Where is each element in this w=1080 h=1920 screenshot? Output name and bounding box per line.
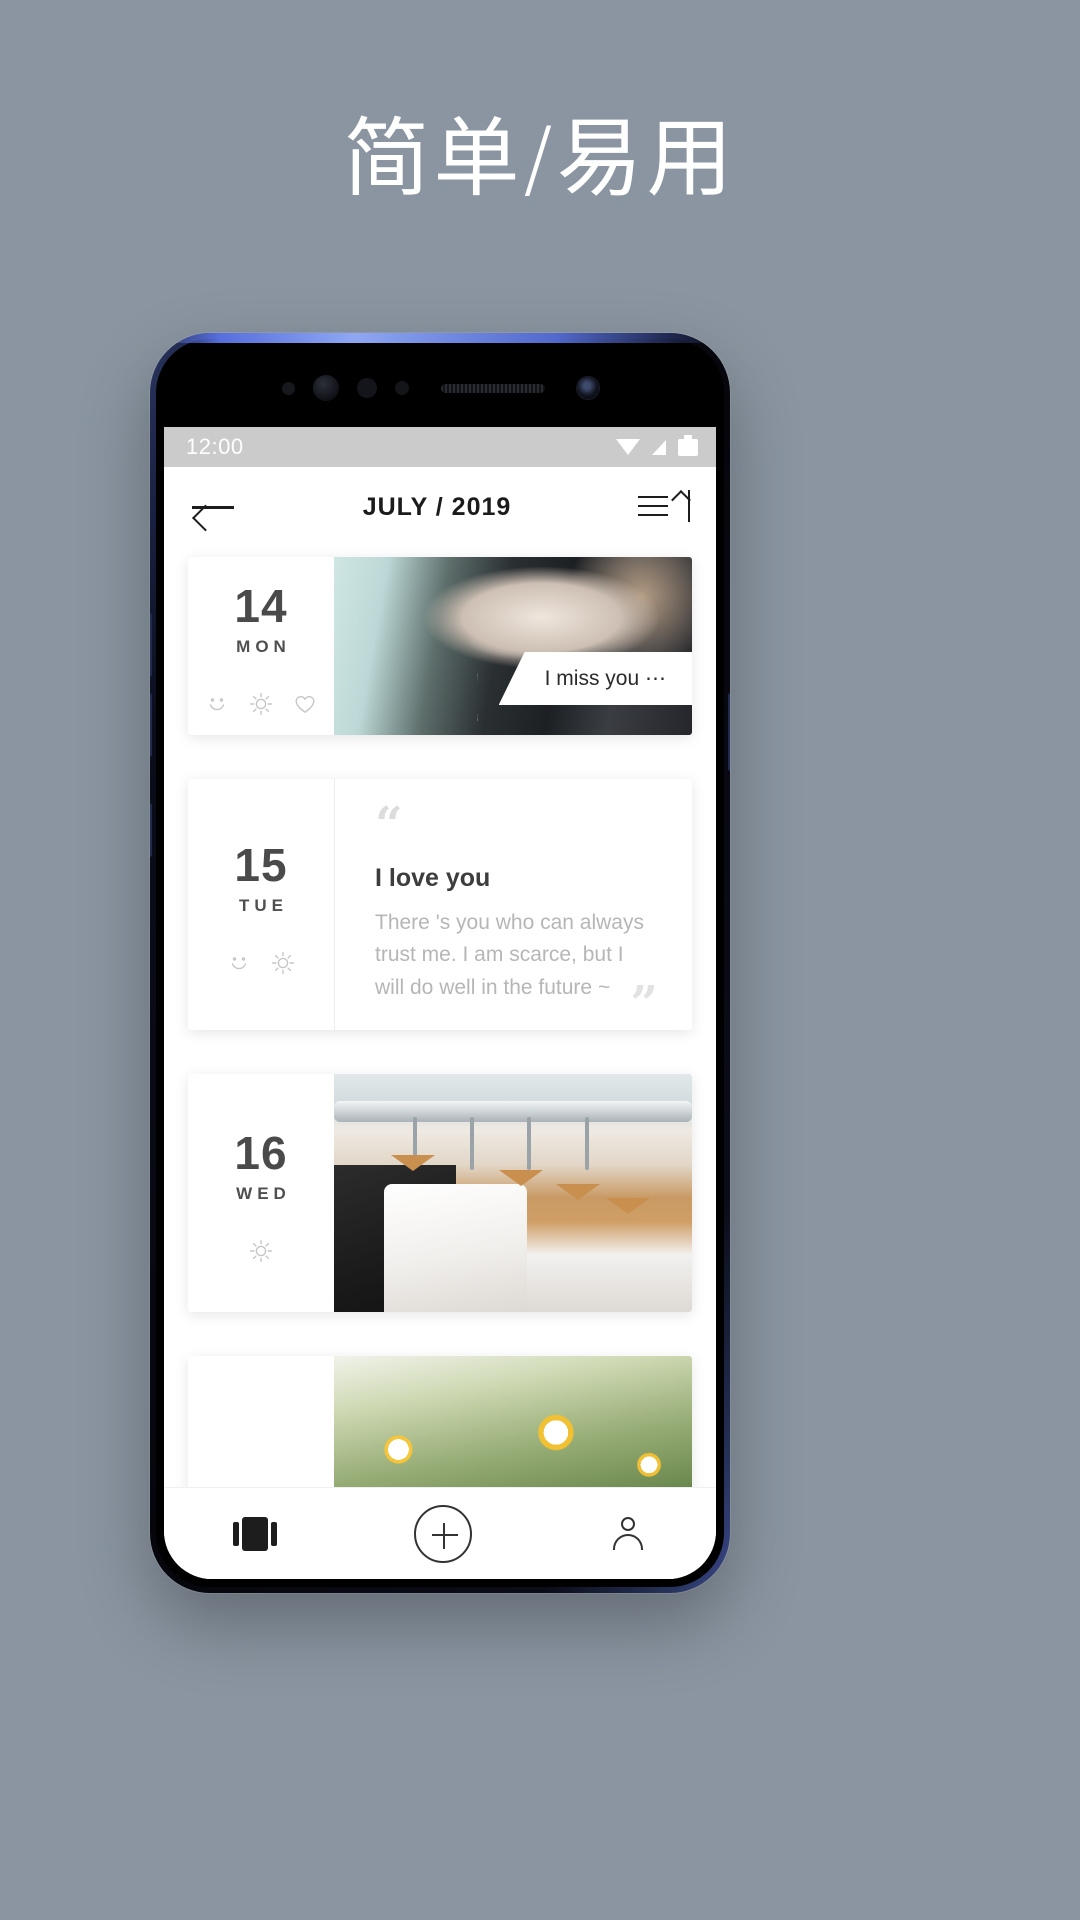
entry-mood-row [204,691,318,717]
wifi-icon [616,439,640,455]
entry-photo[interactable] [334,1356,692,1487]
sun-icon[interactable] [270,950,296,976]
entry-weekday: TUE [239,895,288,915]
front-camera-icon [576,377,599,399]
assistant-button[interactable] [150,803,152,857]
entry-day-number: 15 [234,838,288,891]
app-header: JULY / 2019 [164,467,716,547]
earpiece-speaker [440,383,545,393]
entry-weekday: MON [236,637,291,656]
add-icon[interactable] [413,1504,472,1563]
quote-open-icon: “ [375,797,403,853]
power-button[interactable] [728,693,730,771]
smiley-icon[interactable] [226,950,252,976]
entry-date-block: 15 TUE [188,779,334,1031]
ambient-sensor-icon [281,381,295,395]
entry-weekday: WED [236,1184,291,1204]
entry-quote-title: I love you [375,863,491,892]
entry-quote[interactable]: “ I love you There 's you who can always… [334,779,692,1031]
quote-close-icon: ” [630,975,658,1031]
heart-icon[interactable] [292,691,318,717]
cat-photo [334,557,692,735]
phone-screen: 12:00 JULY / 2019 14 MON I miss you ⋯ 15… [164,427,716,1579]
arrow-left-icon[interactable] [190,492,236,522]
bottom-navigation [164,1487,716,1579]
entry-date-block [188,1356,334,1487]
entry-date-block: 16 WED [188,1074,334,1313]
entry-caption[interactable]: I miss you ⋯ [498,652,692,705]
entry-day-number: 14 [234,580,288,632]
clothes-hangers-photo [334,1074,692,1313]
signal-icon [652,439,666,455]
entry-card[interactable]: 14 MON I miss you ⋯ [188,557,692,735]
proximity-sensor-icon [356,378,377,398]
daisy-flowers-photo [334,1356,692,1487]
battery-icon [678,434,698,456]
entry-date-block: 14 MON [188,557,334,735]
volume-down-button[interactable] [150,693,152,757]
entry-day-number: 16 [234,1127,288,1180]
sort-ascending-icon[interactable] [638,488,690,526]
status-time: 12:00 [186,434,244,459]
smiley-icon[interactable] [204,691,230,717]
entry-photo[interactable] [334,1074,692,1313]
sensor-cluster [156,375,724,401]
phone-mockup: 12:00 JULY / 2019 14 MON I miss you ⋯ 15… [150,333,730,1593]
entry-card[interactable] [188,1356,692,1487]
promo-heading: 简单/易用 [343,109,737,209]
status-bar: 12:00 [164,427,716,467]
sun-icon[interactable] [248,1238,274,1264]
entry-card[interactable]: 16 WED [188,1074,692,1313]
entry-photo[interactable]: I miss you ⋯ [334,557,692,735]
iris-scanner-icon [312,375,339,401]
phone-bezel: 12:00 JULY / 2019 14 MON I miss you ⋯ 15… [156,339,724,1587]
sun-icon[interactable] [248,691,274,717]
entry-mood-row [248,1238,274,1264]
cards-icon[interactable] [232,1516,277,1551]
page-title: JULY / 2019 [362,492,512,521]
entries-feed[interactable]: 14 MON I miss you ⋯ 15 TUE “ I love you … [164,547,716,1487]
volume-up-button[interactable] [150,613,152,677]
entry-card[interactable]: 15 TUE “ I love you There 's you who can… [188,779,692,1031]
led-indicator-icon [394,381,409,395]
entry-quote-text: There 's you who can always trust me. I … [375,910,644,999]
profile-icon[interactable] [609,1515,647,1553]
status-icons [616,434,698,456]
entry-mood-row [226,950,296,976]
